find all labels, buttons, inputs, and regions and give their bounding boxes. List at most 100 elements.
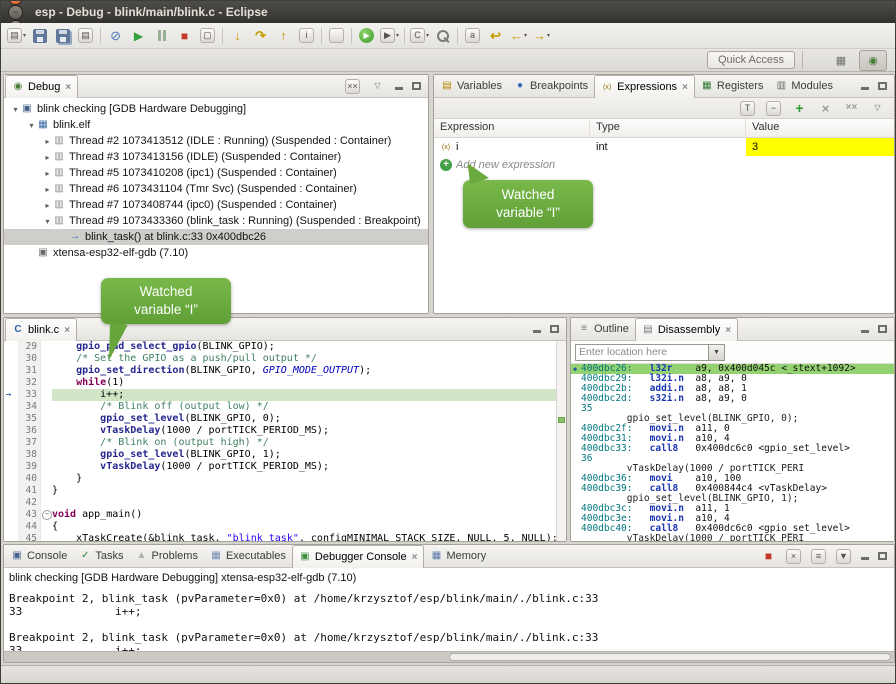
debug-tree-row-7[interactable]: ▸▥Thread #7 1073408744 (ipc0) (Suspended… xyxy=(4,197,428,213)
code-line-36[interactable]: 36 vTaskDelay(1000 / portTICK_PERIOD_MS)… xyxy=(4,425,566,437)
expander-icon[interactable]: ▾ xyxy=(10,105,21,114)
remove-launch-icon[interactable]: × xyxy=(782,544,805,568)
disconnect-icon[interactable]: ▢ xyxy=(196,24,219,48)
debug-tree-row-3[interactable]: ▸▥Thread #2 1073413512 (IDLE : Running) … xyxy=(4,133,428,149)
expander-icon[interactable]: ▾ xyxy=(26,121,37,130)
show-type-names-icon[interactable]: T xyxy=(736,99,759,117)
remove-all-terminated-icon[interactable]: ×× xyxy=(341,74,364,98)
debug-tree-row-5[interactable]: ▸▥Thread #5 1073410208 (ipc1) (Suspended… xyxy=(4,165,428,181)
code-line-39[interactable]: 39 vTaskDelay(1000 / portTICK_PERIOD_MS)… xyxy=(4,461,566,473)
annotation-ruler[interactable] xyxy=(4,449,18,461)
skip-all-breakpoints-icon[interactable]: ⊘ xyxy=(104,24,127,48)
annotation-ruler[interactable] xyxy=(4,473,18,485)
resume-icon[interactable]: ▶ xyxy=(127,24,150,48)
fold-ruler[interactable] xyxy=(40,485,52,497)
console-tab-memory[interactable]: ▦Memory xyxy=(424,545,492,567)
code-line-34[interactable]: 34 /* Blink off (output low) */ xyxy=(4,401,566,413)
collapse-all-icon[interactable]: − xyxy=(762,99,785,117)
back-icon[interactable]: ←▾ xyxy=(507,24,530,48)
close-icon[interactable]: × xyxy=(725,325,731,336)
debug-tree-row-2[interactable]: ▾▦blink.elf xyxy=(4,117,428,133)
annotation-ruler[interactable] xyxy=(4,437,18,449)
disassembly-row-4[interactable]: 400dbc2d: s32i.n a8, a9, 0 xyxy=(571,394,894,404)
code-line-40[interactable]: 40 } xyxy=(4,473,566,485)
annotation-ruler[interactable] xyxy=(4,413,18,425)
disassembly-row-18[interactable]: vTaskDelay(1000 / portTICK_PERI xyxy=(571,534,894,541)
annotation-ruler[interactable] xyxy=(4,509,18,521)
save-all-icon[interactable] xyxy=(51,24,74,48)
debug-tree-row-9[interactable]: →blink_task() at blink.c:33 0x400dbc26 xyxy=(4,229,428,245)
disassembly-tab-disassembly[interactable]: ▤Disassembly× xyxy=(635,318,738,341)
chevron-down-icon[interactable]: ▼ xyxy=(708,345,724,360)
annotation-ruler[interactable] xyxy=(4,341,18,353)
fold-ruler[interactable] xyxy=(40,473,52,485)
suspend-icon[interactable] xyxy=(150,24,173,48)
expander-icon[interactable]: ▸ xyxy=(42,185,53,194)
console-tab-console[interactable]: ▣Console xyxy=(5,545,73,567)
annotation-ruler[interactable] xyxy=(4,377,18,389)
console-tab-tasks[interactable]: ✓Tasks xyxy=(73,545,129,567)
forward-icon[interactable]: →▾ xyxy=(530,24,553,48)
code-line-45[interactable]: 45 xTaskCreate(&blink_task, "blink_task"… xyxy=(4,533,566,541)
code-line-37[interactable]: 37 /* Blink on (output high) */ xyxy=(4,437,566,449)
fold-ruler[interactable] xyxy=(40,449,52,461)
build-icon[interactable] xyxy=(325,24,348,48)
expressions-tab-modules[interactable]: ▥Modules xyxy=(769,75,839,97)
annotation-ruler[interactable] xyxy=(4,365,18,377)
expander-icon[interactable]: ▸ xyxy=(42,137,53,146)
code-line-31[interactable]: 31 gpio_set_direction(BLINK_GPIO, GPIO_M… xyxy=(4,365,566,377)
close-icon[interactable]: × xyxy=(64,325,70,336)
maximize-panel-button[interactable] xyxy=(875,549,890,564)
fold-ruler[interactable] xyxy=(40,389,52,401)
pin-console-icon[interactable]: ▼ xyxy=(832,544,855,568)
new-cpp-wizard-icon[interactable]: C▾ xyxy=(408,24,431,48)
titlebar[interactable]: ×−+ esp - Debug - blink/main/blink.c - E… xyxy=(1,1,895,23)
minimize-window-button[interactable]: − xyxy=(8,5,23,20)
remove-all-expressions-icon[interactable]: ×× xyxy=(840,99,863,117)
terminate-console-icon[interactable]: ■ xyxy=(757,544,780,568)
code-line-29[interactable]: 29 gpio_pad_select_gpio(BLINK_GPIO); xyxy=(4,341,566,353)
annotation-ruler[interactable] xyxy=(4,353,18,365)
maximize-panel-button[interactable] xyxy=(875,322,890,337)
console-tab-debugger-console[interactable]: ▣Debugger Console× xyxy=(292,545,425,568)
print-icon[interactable]: ▤ xyxy=(74,24,97,48)
expander-icon[interactable]: ▸ xyxy=(42,153,53,162)
fold-ruler[interactable] xyxy=(40,365,52,377)
expander-icon[interactable]: ▸ xyxy=(42,201,53,210)
console-tab-problems[interactable]: ▲Problems xyxy=(129,545,203,567)
quick-access-button[interactable]: Quick Access xyxy=(707,51,795,69)
maximize-panel-button[interactable] xyxy=(547,322,562,337)
expressions-tab-variables[interactable]: ▤Variables xyxy=(435,75,508,97)
fold-ruler[interactable] xyxy=(40,437,52,449)
code-line-33[interactable]: →33 i++; xyxy=(4,389,566,401)
fold-ruler[interactable] xyxy=(40,413,52,425)
expressions-tab-registers[interactable]: ▦Registers xyxy=(695,75,769,97)
minimize-panel-button[interactable] xyxy=(529,322,544,337)
code-line-43[interactable]: 43−void app_main() xyxy=(4,509,566,521)
close-window-button[interactable]: × xyxy=(8,0,23,5)
fold-ruler[interactable] xyxy=(40,533,52,541)
debug-tree-row-4[interactable]: ▸▥Thread #3 1073413156 (IDLE) (Suspended… xyxy=(4,149,428,165)
expressions-tab-breakpoints[interactable]: ●Breakpoints xyxy=(508,75,594,97)
last-edit-location-icon[interactable]: ↩ xyxy=(484,24,507,48)
debug-tree-row-6[interactable]: ▸▥Thread #6 1073431104 (Tmr Svc) (Suspen… xyxy=(4,181,428,197)
fold-ruler[interactable] xyxy=(40,377,52,389)
annotation-ruler[interactable] xyxy=(4,533,18,541)
add-expression-row[interactable]: +Add new expression xyxy=(434,156,894,174)
fold-ruler[interactable]: − xyxy=(40,509,52,521)
minimize-panel-button[interactable] xyxy=(391,79,406,94)
expression-row[interactable]: (x)iint3 xyxy=(434,138,894,156)
fold-ruler[interactable] xyxy=(40,461,52,473)
annotation-ruler[interactable] xyxy=(4,401,18,413)
debug-tab-debug[interactable]: ◉Debug× xyxy=(5,75,78,98)
console-tab-executables[interactable]: ▦Executables xyxy=(204,545,292,567)
annotation-ruler[interactable] xyxy=(4,485,18,497)
terminate-icon[interactable]: ■ xyxy=(173,24,196,48)
minimize-panel-button[interactable] xyxy=(857,549,872,564)
step-into-icon[interactable]: ↓ xyxy=(226,24,249,48)
maximize-panel-button[interactable] xyxy=(875,79,890,94)
add-expression-icon[interactable]: + xyxy=(788,99,811,117)
horizontal-scrollbar[interactable] xyxy=(4,651,894,662)
remove-expression-icon[interactable]: × xyxy=(814,99,837,117)
disassembly-body[interactable]: ◆400dbc26: l32r a9, 0x400d045c <_stext+1… xyxy=(571,364,894,541)
